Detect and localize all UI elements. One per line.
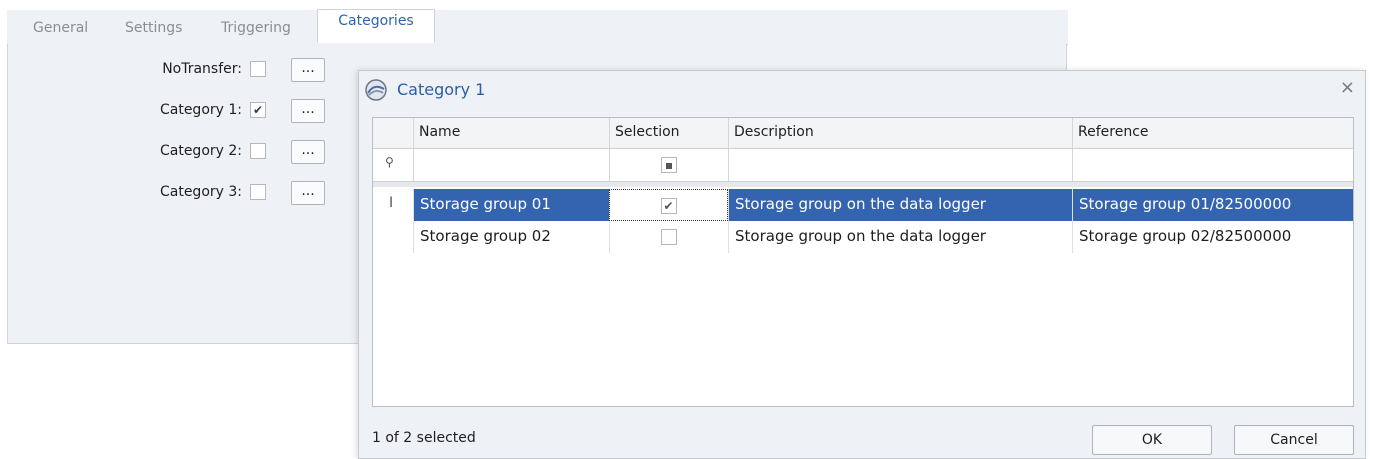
cell-reference[interactable]: Storage group 01/82500000 [1072,189,1353,221]
category-1-checkbox[interactable]: ✔ [250,102,266,118]
category-1-ellipsis-button[interactable]: ... [291,99,325,123]
cancel-button[interactable]: Cancel [1234,425,1354,455]
cell-reference[interactable]: Storage group 02/82500000 [1072,221,1353,253]
category-label: Category 3: [159,184,242,200]
filter-selection-checkbox[interactable] [661,157,677,173]
category-row-notransfer: NoTransfer: ... [8,58,348,82]
ok-button[interactable]: OK [1092,425,1212,455]
filter-cell-description[interactable] [728,149,1072,181]
table-row[interactable]: I Storage group 01 ✔ Storage group on th… [373,189,1353,221]
row-selection-checkbox[interactable] [661,229,677,245]
cell-name[interactable]: Storage group 02 [413,221,609,253]
filter-cell-reference[interactable] [1072,149,1353,181]
cell-selection[interactable]: ✔ [609,189,728,221]
indeterminate-icon [666,163,672,169]
column-header-reference[interactable]: Reference [1072,118,1353,148]
tab-triggering[interactable]: Triggering [221,20,291,36]
notransfer-ellipsis-button[interactable]: ... [291,58,325,82]
filter-pin-icon: ⚲ [385,155,394,169]
cell-selection[interactable] [609,221,728,253]
cell-name[interactable]: Storage group 01 [413,189,609,221]
filter-cell-name[interactable] [413,149,609,181]
category-label: Category 1: [159,102,242,118]
column-header-description[interactable]: Description [728,118,1072,148]
cell-description[interactable]: Storage group on the data logger [728,189,1072,221]
table-row[interactable]: Storage group 02 Storage group on the da… [373,221,1353,253]
tab-strip: General Settings Triggering Categories [7,9,1068,45]
category-3-ellipsis-button[interactable]: ... [291,181,325,205]
grid-separator [373,182,1353,187]
category-row-3: Category 3: ... [8,181,348,205]
selection-status: 1 of 2 selected [372,430,476,446]
grid-header: Name Selection Description Reference [373,118,1353,149]
tab-general[interactable]: General [33,20,88,36]
tab-categories[interactable]: Categories [317,9,435,43]
category-dialog: Category 1 × Name Selection Description … [358,70,1366,459]
category-row-1: Category 1: ✔ ... [8,99,348,123]
filter-row: ⚲ [373,149,1353,182]
column-header-selection[interactable]: Selection [609,118,728,148]
category-3-checkbox[interactable] [250,184,266,200]
dialog-title: Category 1 [397,80,486,99]
filter-cell-selection[interactable] [609,149,728,181]
notransfer-checkbox[interactable] [250,61,266,77]
category-row-2: Category 2: ... [8,140,348,164]
row-selection-checkbox[interactable]: ✔ [660,198,677,214]
cell-description[interactable]: Storage group on the data logger [728,221,1072,253]
category-2-ellipsis-button[interactable]: ... [291,140,325,164]
category-label: Category 2: [159,143,242,159]
storage-group-grid: Name Selection Description Reference ⚲ I… [372,117,1354,407]
close-icon[interactable]: × [1340,77,1355,98]
app-logo-icon [365,79,387,101]
text-cursor-icon: I [389,195,394,211]
category-label: NoTransfer: [162,61,242,77]
category-2-checkbox[interactable] [250,143,266,159]
column-header-name[interactable]: Name [413,118,609,148]
tab-settings[interactable]: Settings [125,20,182,36]
